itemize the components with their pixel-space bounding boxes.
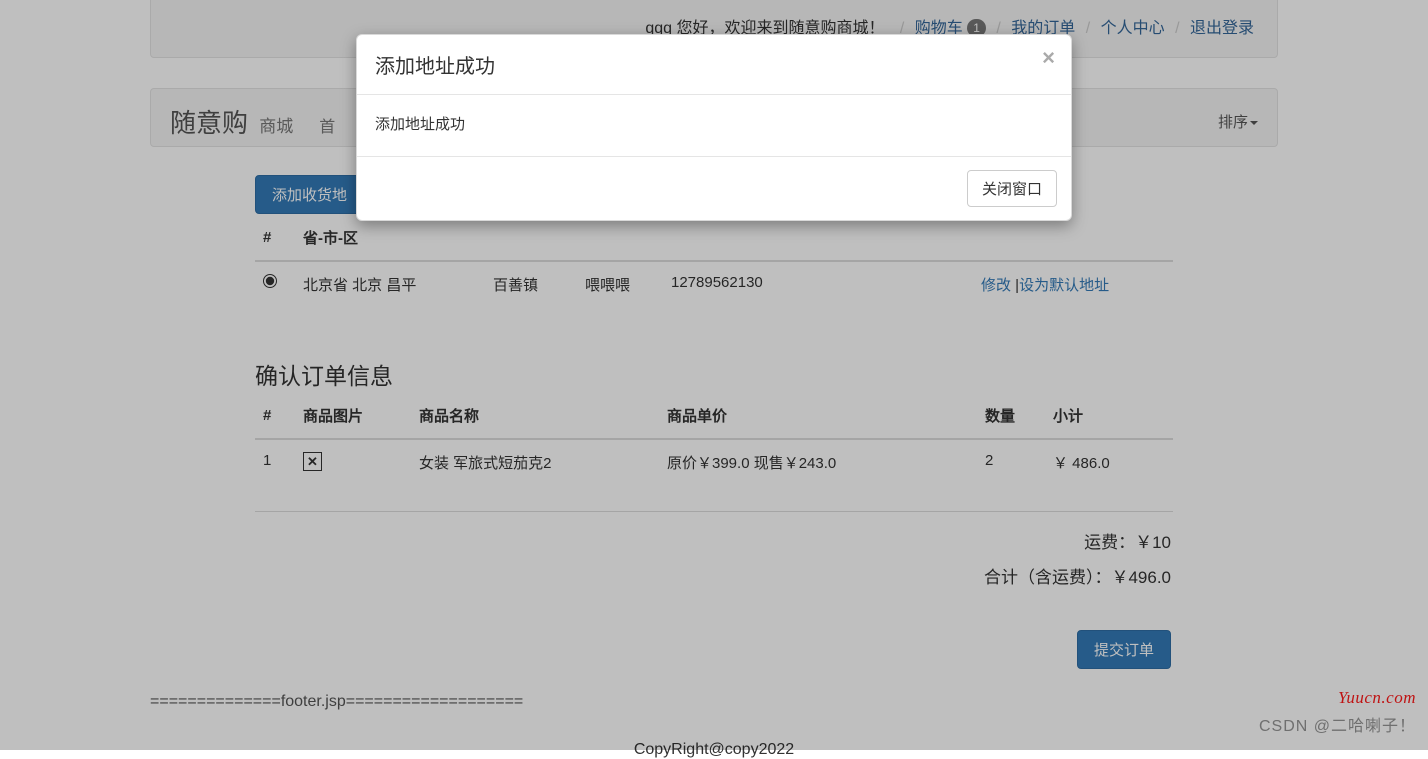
modal-title: 添加地址成功 [375,56,495,78]
modal-header: 添加地址成功 × [357,35,1071,95]
success-modal: 添加地址成功 × 添加地址成功 关闭窗口 [356,34,1072,221]
modal-close-window-button[interactable]: 关闭窗口 [967,170,1057,207]
modal-footer: 关闭窗口 [357,156,1071,220]
modal-body: 添加地址成功 [357,95,1071,156]
modal-close-button[interactable]: × [1042,45,1055,71]
